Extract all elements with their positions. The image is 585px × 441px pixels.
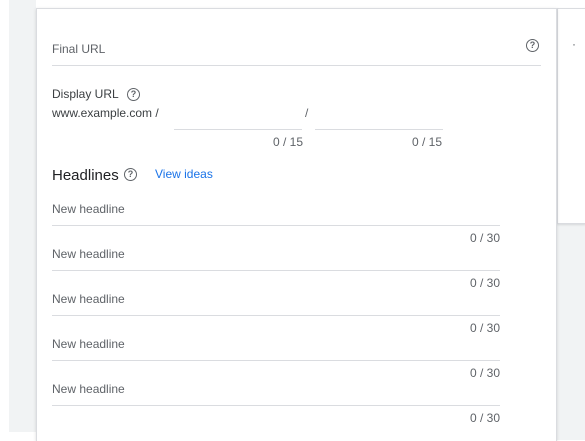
display-url-path2-counter: 0 / 15 [411,135,442,149]
display-url-path1-input[interactable] [174,101,302,129]
preview-panel: · [557,8,585,224]
headline-placeholder: New headline [52,337,125,351]
headline-input[interactable]: New headline [52,195,500,225]
headline-counter: 0 / 30 [469,411,500,425]
headline-underline [52,315,500,316]
final-url-field[interactable]: Final URL [52,34,541,66]
final-url-placeholder: Final URL [52,42,106,56]
view-ideas-link[interactable]: View ideas [155,167,213,181]
display-url-path1-underline [174,129,302,130]
display-url-path2-underline [315,129,443,130]
final-url-underline [52,65,541,66]
headline-placeholder: New headline [52,247,125,261]
help-circle-icon[interactable]: ? [124,168,137,181]
headline-input[interactable]: New headline [52,375,500,405]
headline-underline [52,225,500,226]
headline-input[interactable]: New headline [52,285,500,315]
ad-editor-card: Final URL ? Display URL ? www.example.co… [36,8,557,441]
left-background [9,0,36,432]
display-url-path2-input[interactable] [315,101,443,129]
headline-placeholder: New headline [52,202,125,216]
page-margin [0,0,9,440]
display-url-label: Display URL [52,87,119,101]
display-url-path1-counter: 0 / 15 [272,135,303,149]
headline-underline [52,360,500,361]
headlines-title: Headlines [52,167,119,184]
headline-placeholder: New headline [52,382,125,396]
help-circle-icon[interactable]: ? [127,88,140,101]
headline-input[interactable]: New headline [52,330,500,360]
help-circle-icon[interactable]: ? [526,39,539,52]
display-url-separator: / [305,106,309,120]
headline-underline [52,270,500,271]
headline-placeholder: New headline [52,292,125,306]
display-url-base: www.example.com / [52,106,159,120]
headline-underline [52,405,500,406]
preview-panel-edge-mark: · [572,37,576,51]
headline-input[interactable]: New headline [52,240,500,270]
